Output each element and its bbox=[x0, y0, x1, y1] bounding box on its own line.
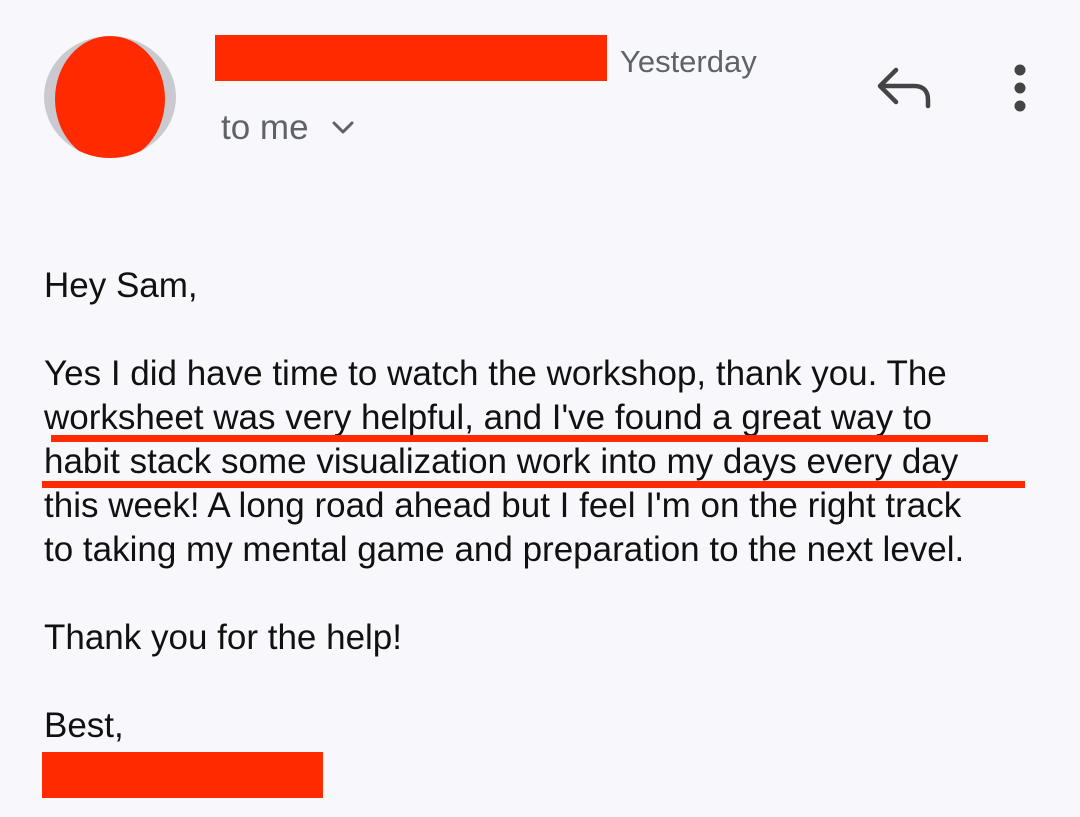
paragraph-line: habit stack some visualization work into… bbox=[44, 442, 959, 481]
sender-name-redaction bbox=[215, 35, 607, 81]
recipient-label: to me bbox=[221, 108, 309, 147]
paragraph-line: this week! A long road ahead but I feel … bbox=[44, 486, 962, 525]
paragraph-line: worksheet was very helpful, and I've fou… bbox=[44, 398, 933, 437]
recipient-details-toggle[interactable]: to me bbox=[221, 106, 355, 150]
email-timestamp: Yesterday bbox=[620, 44, 757, 79]
sender-avatar[interactable] bbox=[44, 36, 176, 158]
signoff: Best, bbox=[44, 706, 124, 745]
avatar-redaction bbox=[55, 36, 165, 158]
signature-redaction bbox=[42, 752, 323, 798]
highlight-underline bbox=[42, 481, 1025, 488]
paragraph-line: Yes I did have time to watch the worksho… bbox=[44, 354, 947, 393]
more-vert-icon[interactable] bbox=[998, 60, 1042, 116]
message-paragraph: Yes I did have time to watch the worksho… bbox=[44, 352, 1044, 572]
paragraph-line: to taking my mental game and preparation… bbox=[44, 530, 965, 569]
email-body: Hey Sam, Yes I did have time to watch th… bbox=[44, 264, 1044, 748]
thanks-line: Thank you for the help! bbox=[44, 618, 402, 657]
highlight-underline bbox=[51, 435, 988, 442]
greeting: Hey Sam, bbox=[44, 266, 198, 305]
reply-icon[interactable] bbox=[874, 62, 936, 114]
chevron-down-icon bbox=[332, 121, 354, 134]
